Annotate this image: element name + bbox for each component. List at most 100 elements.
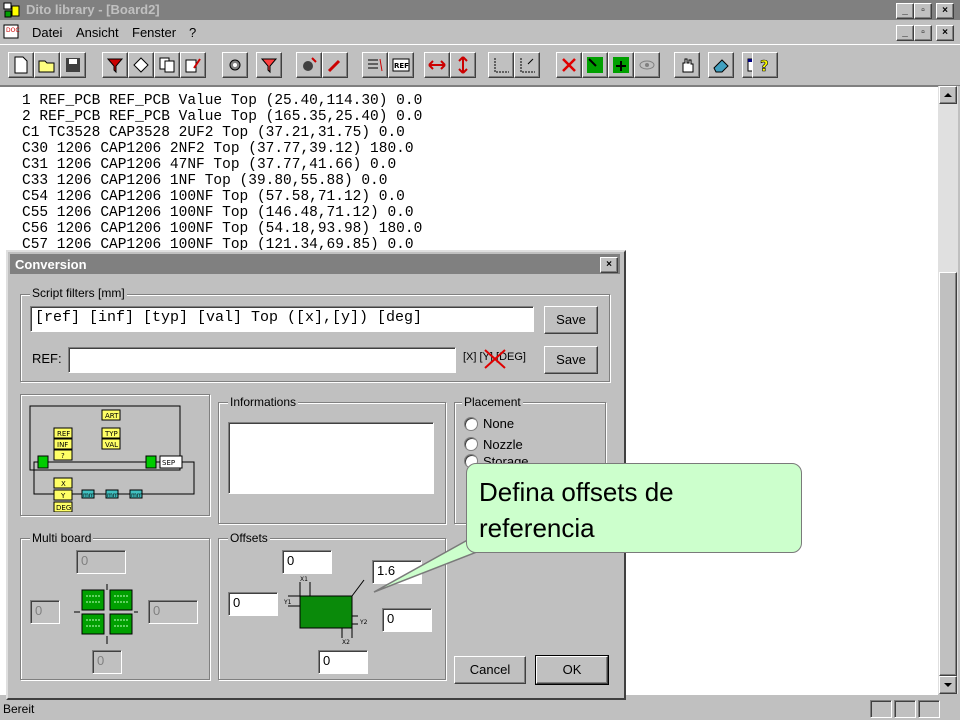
hand-icon	[682, 58, 694, 73]
text-line: 1 REF_PCB REF_PCB Value Top (25.40,114.3…	[22, 93, 423, 109]
open-file-button[interactable]	[34, 52, 60, 78]
save-filter-button[interactable]: Save	[544, 306, 598, 334]
ref-input[interactable]	[68, 347, 456, 373]
close-button[interactable]: ×	[936, 3, 954, 19]
placement-none-label: None	[483, 416, 515, 431]
tool-button-5[interactable]	[222, 52, 248, 78]
offset-x1-label: X1	[300, 576, 308, 583]
minimize-button[interactable]: _	[896, 3, 914, 19]
menu-ansicht[interactable]: Ansicht	[76, 25, 119, 40]
tool-button-4[interactable]	[180, 52, 206, 78]
delete-button[interactable]	[556, 52, 582, 78]
status-bar: Bereit	[0, 697, 960, 720]
offset-left-input[interactable]: 0	[228, 592, 278, 616]
status-panel-1	[870, 700, 892, 718]
multi-board-diagram	[74, 584, 138, 644]
dialog-title-bar[interactable]: Conversion ×	[10, 254, 620, 274]
informations-box[interactable]	[228, 422, 434, 494]
dialog-title: Conversion	[15, 257, 87, 272]
window-title-bar[interactable]: Dito library - [Board2] _ ▫ ×	[0, 0, 960, 20]
axis-arrow-icon	[520, 58, 535, 73]
offset-board-diagram: X1 Y1 Y2 X2	[283, 576, 368, 646]
format-flow-diagram: ART TYP VAL REF INF ? SEP X Y DEG mm mm …	[29, 405, 195, 512]
view-button[interactable]	[634, 52, 660, 78]
ok-button[interactable]: OK	[535, 655, 609, 685]
document-icon: DOC	[3, 24, 20, 39]
axis-button-1[interactable]	[488, 52, 514, 78]
offset-top-input[interactable]: 0	[282, 550, 332, 574]
script-filter-input[interactable]: [ref] [inf] [typ] [val] Top ([x],[y]) [d…	[30, 306, 534, 332]
ref-button[interactable]: REF	[388, 52, 414, 78]
r1-icon	[587, 57, 603, 73]
tool-button-1[interactable]	[102, 52, 128, 78]
status-text: Bereit	[3, 702, 35, 716]
diagram-q: ?	[61, 452, 65, 460]
vertical-scrollbar[interactable]	[938, 86, 958, 694]
callout-line-2: referencia	[479, 513, 595, 543]
list-icon	[368, 58, 383, 72]
menu-bar: DOC Datei Ansicht Fenster ? _ ▫ ×	[0, 21, 960, 43]
offset-x2-label: X2	[342, 639, 350, 646]
text-line: C33 1206 CAP1206 1NF Top (39.80,55.88) 0…	[22, 173, 388, 189]
cancel-button[interactable]: Cancel	[454, 656, 526, 684]
offset-right-input[interactable]: 0	[382, 608, 432, 632]
tool-button-7[interactable]	[296, 52, 322, 78]
tool-button-8[interactable]	[322, 52, 348, 78]
informations-label: Informations	[228, 395, 299, 409]
window-title: Dito library - [Board2]	[26, 2, 160, 17]
red-x-icon	[484, 349, 506, 369]
axis-button-2[interactable]	[514, 52, 540, 78]
menu-fenster[interactable]: Fenster	[132, 25, 176, 40]
multi-board-top-input[interactable]: 0	[76, 550, 126, 574]
mirror-horizontal-button[interactable]	[424, 52, 450, 78]
multi-board-bottom-input[interactable]: 0	[92, 650, 122, 674]
text-line: C55 1206 CAP1206 100NF Top (146.48,71.12…	[22, 205, 414, 221]
hand-button[interactable]	[674, 52, 700, 78]
eraser-button[interactable]	[708, 52, 734, 78]
callout-line-1: Defina offsets de	[479, 477, 674, 507]
gear-icon	[229, 59, 241, 71]
r2-icon	[613, 57, 629, 73]
multi-board-right-input[interactable]: 0	[148, 600, 198, 624]
r2-button[interactable]	[608, 52, 634, 78]
tool-button-9[interactable]	[362, 52, 388, 78]
scroll-thumb[interactable]	[939, 272, 957, 676]
callout-text: Defina offsets de referencia	[479, 474, 789, 546]
new-file-button[interactable]	[8, 52, 34, 78]
ref-label: REF:	[32, 351, 62, 366]
menu-help[interactable]: ?	[189, 25, 196, 40]
tool-button-6[interactable]	[256, 52, 282, 78]
doc-close-button[interactable]: ×	[936, 25, 954, 41]
maximize-button[interactable]: ▫	[914, 3, 932, 19]
r1-button[interactable]	[582, 52, 608, 78]
offsets-label: Offsets	[228, 531, 270, 545]
scroll-up-button[interactable]	[939, 86, 957, 104]
text-line: C56 1206 CAP1206 100NF Top (54.18,93.98)…	[22, 221, 423, 237]
doc-minimize-button[interactable]: _	[896, 25, 914, 41]
save-file-button[interactable]	[60, 52, 86, 78]
offset-y1-label: Y1	[283, 599, 292, 606]
diagram-ref: REF	[57, 430, 70, 438]
diagram-typ: TYP	[104, 430, 118, 438]
diagram-sep: SEP	[162, 459, 175, 467]
settings-icon	[303, 57, 317, 71]
tool-button-3[interactable]	[154, 52, 180, 78]
funnel-icon	[260, 58, 278, 74]
eye-icon	[639, 60, 655, 70]
copy-icon	[159, 57, 175, 73]
scroll-down-button[interactable]	[939, 676, 957, 694]
red-x-icon	[562, 58, 576, 72]
placement-nozzle-radio[interactable]	[464, 437, 478, 451]
placement-none-radio[interactable]	[464, 417, 478, 431]
doc-restore-button[interactable]: ▫	[914, 25, 932, 41]
offset-bottom-input[interactable]: 0	[318, 650, 368, 674]
help-button[interactable]: ?	[752, 52, 778, 78]
mirror-vertical-button[interactable]	[450, 52, 476, 78]
menu-datei[interactable]: Datei	[32, 25, 62, 40]
save-ref-button[interactable]: Save	[544, 346, 598, 374]
tool-button-2[interactable]	[128, 52, 154, 78]
multi-board-left-input[interactable]: 0	[30, 600, 60, 624]
axis-icon	[494, 58, 509, 73]
dialog-close-button[interactable]: ×	[600, 257, 618, 273]
text-line: C54 1206 CAP1206 100NF Top (57.58,71.12)…	[22, 189, 405, 205]
